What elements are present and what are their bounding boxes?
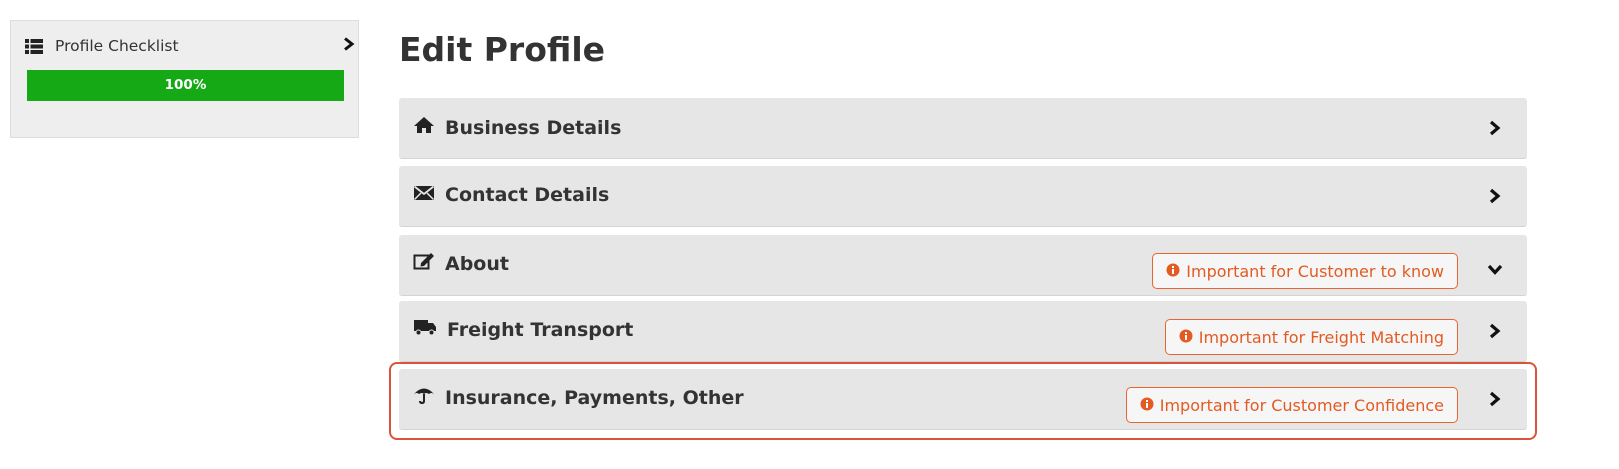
chevron-right-icon[interactable]	[1489, 188, 1501, 208]
profile-progress-label: 100%	[164, 77, 207, 93]
panel-contact-details[interactable]: Contact Details	[399, 166, 1527, 227]
panel-about[interactable]: About Important for Customer to know	[399, 235, 1527, 296]
badge-text-freight: Important for Freight Matching	[1198, 327, 1444, 347]
important-badge-freight: Important for Freight Matching	[1164, 319, 1458, 355]
profile-checklist-label: Profile Checklist	[55, 37, 179, 55]
chevron-right-icon[interactable]	[1489, 391, 1501, 411]
profile-progress-fill: 100%	[27, 70, 344, 101]
umbrella-icon	[413, 386, 445, 409]
panel-business-details[interactable]: Business Details	[399, 98, 1527, 159]
panel-title-freight-transport: Freight Transport	[447, 318, 634, 341]
profile-checklist-toggle[interactable]: Profile Checklist	[25, 35, 355, 57]
chevron-down-icon[interactable]	[1487, 261, 1503, 280]
badge-text-about: Important for Customer to know	[1186, 261, 1444, 281]
panel-freight-transport[interactable]: Freight Transport Important for Freight …	[399, 301, 1527, 362]
info-icon	[1179, 328, 1199, 347]
important-badge-about: Important for Customer to know	[1152, 253, 1458, 289]
chevron-right-icon[interactable]	[343, 37, 355, 55]
panel-title-business-details: Business Details	[445, 116, 622, 139]
panel-title-contact-details: Contact Details	[445, 184, 610, 206]
panel-insurance-payments-other[interactable]: Insurance, Payments, Other Important for…	[399, 369, 1527, 430]
profile-progress-bar: 100%	[27, 70, 344, 101]
important-badge-insurance: Important for Customer Confidence	[1125, 387, 1458, 423]
panel-title-insurance: Insurance, Payments, Other	[445, 386, 744, 409]
truck-icon	[413, 318, 447, 341]
chevron-right-icon[interactable]	[1489, 120, 1501, 140]
panel-title-about: About	[445, 252, 509, 275]
badge-text-insurance: Important for Customer Confidence	[1159, 395, 1444, 415]
info-icon	[1166, 262, 1186, 281]
list-icon	[25, 38, 43, 54]
profile-checklist-card: Profile Checklist 100%	[10, 20, 359, 138]
envelope-icon	[413, 184, 445, 206]
chevron-right-icon[interactable]	[1489, 323, 1501, 343]
edit-icon	[413, 252, 445, 275]
page-title: Edit Profile	[399, 30, 606, 69]
home-icon	[413, 116, 445, 139]
info-icon	[1140, 396, 1160, 415]
